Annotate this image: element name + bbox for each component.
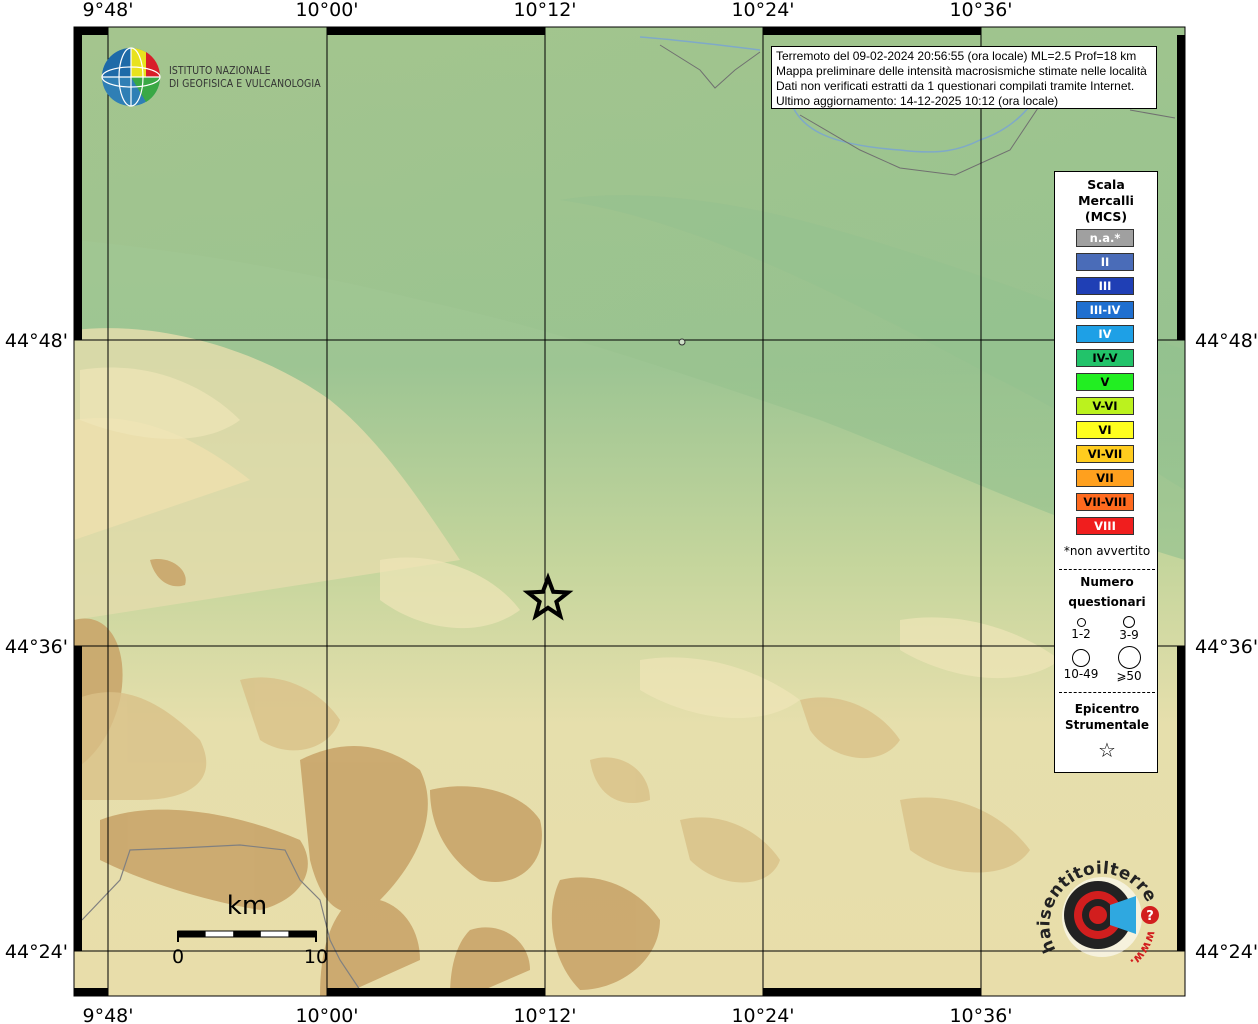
lat-labels-right: 44°48' 44°36' 44°24' bbox=[1195, 330, 1258, 963]
report-point-marker[interactable] bbox=[678, 338, 686, 346]
event-info-line3: Dati non verificati estratti da 1 questi… bbox=[776, 79, 1135, 93]
mcs-scale-item: VI bbox=[1076, 421, 1134, 439]
lon-label: 10°24' bbox=[731, 1005, 794, 1024]
legend-note: *non avvertito bbox=[1063, 544, 1151, 558]
lat-labels-left: 44°48' 44°36' 44°24' bbox=[5, 330, 68, 963]
scale-start-label: 0 bbox=[172, 946, 184, 968]
terrain-layer bbox=[74, 27, 1185, 996]
event-info-line1: Terremoto del 09-02-2024 20:56:55 (ora l… bbox=[776, 49, 1137, 63]
count-50-plus-label: ⩾50 bbox=[1116, 669, 1142, 683]
epi-title-line2: Strumentale bbox=[1064, 718, 1150, 732]
count-title-line1: Numero bbox=[1080, 575, 1134, 589]
count-50-plus-circle-icon bbox=[1117, 646, 1141, 669]
lon-labels-bottom: 9°48' 10°00' 10°12' 10°24' 10°36' bbox=[83, 1005, 1013, 1024]
count-10-49-label: 10-49 bbox=[1063, 667, 1099, 681]
count-3-9: 3-9 bbox=[1109, 616, 1149, 642]
mcs-legend: Scala Mercalli (MCS) n.a.* II III III-IV IV I… bbox=[1054, 171, 1158, 773]
lat-label: 44°48' bbox=[5, 330, 68, 352]
count-1-2-label: 1-2 bbox=[1071, 627, 1091, 641]
event-info-box: Terremoto del 09-02-2024 20:56:55 (ora l… bbox=[771, 46, 1157, 109]
mcs-scale-item: VII bbox=[1076, 469, 1134, 487]
mcs-scale-item: VIII bbox=[1076, 517, 1134, 535]
mcs-scale-item: VI-VII bbox=[1076, 445, 1134, 463]
ingv-name-line2: DI GEOFISICA E VULCANOLOGIA bbox=[169, 77, 321, 90]
brand-question: ? bbox=[1146, 909, 1154, 924]
mcs-scale-item: III-IV bbox=[1076, 301, 1134, 319]
lon-label: 9°48' bbox=[83, 1005, 134, 1024]
scale-unit-label: km bbox=[227, 891, 267, 921]
lon-label: 10°12' bbox=[513, 0, 576, 21]
epicenter-star-icon: ☆ bbox=[1098, 738, 1116, 762]
lon-label: 10°00' bbox=[295, 1005, 358, 1024]
count-1-2-circle-icon bbox=[1076, 618, 1086, 627]
mcs-scale-item: VII-VIII bbox=[1076, 493, 1134, 511]
legend-divider bbox=[1059, 692, 1155, 693]
ingv-name: ISTITUTO NAZIONALE DI GEOFISICA E VULCAN… bbox=[169, 64, 347, 90]
count-title-line2: questionari bbox=[1068, 595, 1146, 609]
mcs-scale-item: V bbox=[1076, 373, 1134, 391]
ingv-name-line1: ISTITUTO NAZIONALE bbox=[169, 64, 271, 77]
legend-divider bbox=[1059, 569, 1155, 570]
lon-labels-top: 9°48' 10°00' 10°12' 10°24' 10°36' bbox=[83, 0, 1013, 21]
lat-label: 44°36' bbox=[5, 636, 68, 658]
mcs-scale-item: n.a.* bbox=[1076, 229, 1134, 247]
mcs-scale-item: II bbox=[1076, 253, 1134, 271]
legend-title-line2: Mercalli bbox=[1078, 193, 1134, 208]
lon-label: 10°36' bbox=[949, 1005, 1012, 1024]
count-1-2: 1-2 bbox=[1061, 618, 1101, 641]
legend-title: Scala Mercalli (MCS) bbox=[1055, 177, 1157, 225]
event-info-line2: Mappa preliminare delle intensità macros… bbox=[776, 64, 1147, 78]
count-3-9-circle-icon bbox=[1123, 616, 1135, 628]
epi-title-line1: Epicentro bbox=[1074, 702, 1140, 716]
count-50-plus: ⩾50 bbox=[1109, 646, 1149, 683]
legend-title-line3: (MCS) bbox=[1084, 209, 1128, 224]
lon-label: 9°48' bbox=[83, 0, 134, 21]
count-3-9-label: 3-9 bbox=[1119, 628, 1139, 642]
ingv-logo-icon bbox=[101, 47, 161, 107]
mcs-scale-item: V-VI bbox=[1076, 397, 1134, 415]
count-10-49: 10-49 bbox=[1061, 649, 1101, 681]
lat-label: 44°24' bbox=[1195, 941, 1258, 963]
mcs-scale-item: IV-V bbox=[1076, 349, 1134, 367]
event-info-line4: Ultimo aggiornamento: 14-12-2025 10:12 (… bbox=[776, 94, 1059, 108]
lon-label: 10°12' bbox=[513, 1005, 576, 1024]
lon-label: 10°36' bbox=[949, 0, 1012, 21]
lat-label: 44°24' bbox=[5, 941, 68, 963]
mcs-scale-item: III bbox=[1076, 277, 1134, 295]
scale-end-label: 10 bbox=[304, 946, 328, 968]
lon-label: 10°00' bbox=[295, 0, 358, 21]
mcs-scale-item: IV bbox=[1076, 325, 1134, 343]
lat-label: 44°48' bbox=[1195, 330, 1258, 352]
lon-label: 10°24' bbox=[731, 0, 794, 21]
count-10-49-circle-icon bbox=[1072, 649, 1090, 667]
lat-label: 44°36' bbox=[1195, 636, 1258, 658]
legend-title-line1: Scala bbox=[1087, 177, 1125, 192]
